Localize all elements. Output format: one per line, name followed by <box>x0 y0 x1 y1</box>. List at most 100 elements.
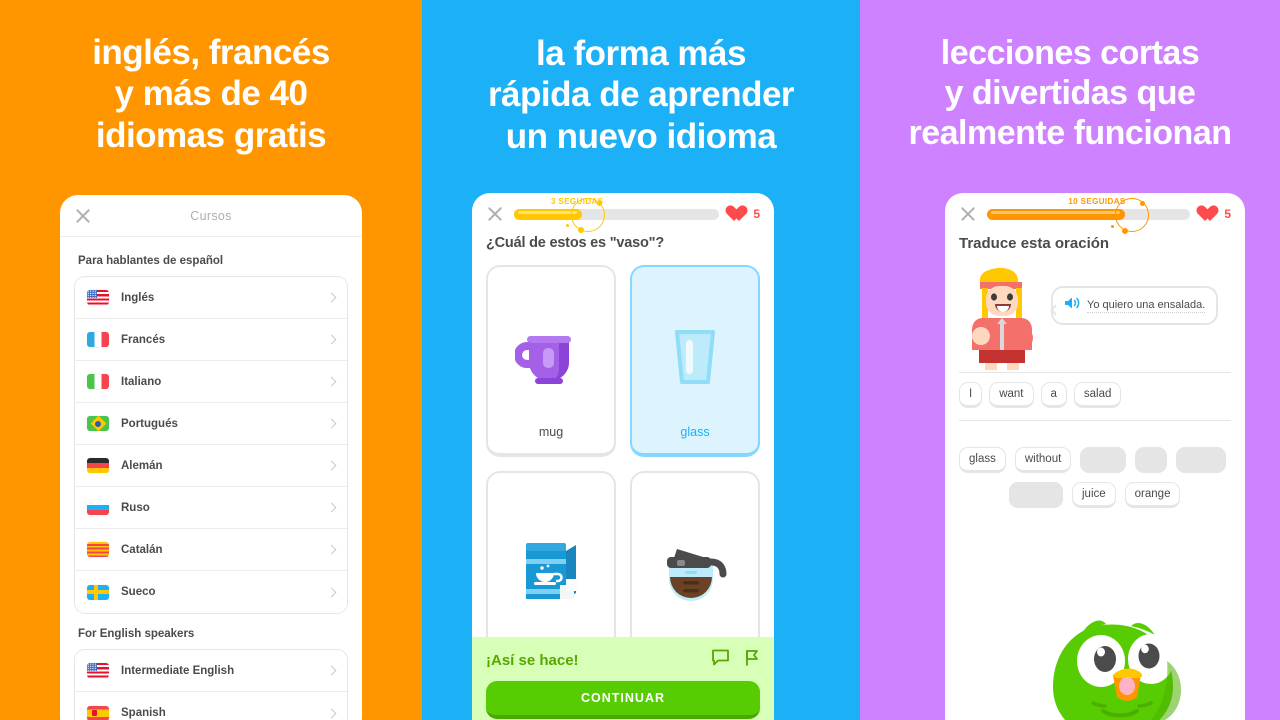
course-label: Intermediate English <box>121 664 235 677</box>
chevron-right-icon <box>326 376 337 387</box>
course-row[interactable]: Ruso <box>75 487 347 529</box>
heart-icon <box>1200 206 1219 223</box>
answer-divider <box>959 420 1231 421</box>
feedback-title: ¡Así se hace! <box>486 651 579 669</box>
course-label: Alemán <box>121 459 163 472</box>
course-row[interactable]: Catalán <box>75 529 347 571</box>
course-label: Spanish <box>121 707 166 719</box>
hearts-indicator: 5 <box>729 206 760 223</box>
word-bank-tile-used <box>1135 447 1168 473</box>
close-icon[interactable] <box>959 205 977 223</box>
quiz-choice-card[interactable] <box>486 471 616 663</box>
word-bank-tile-used <box>1080 447 1127 473</box>
course-label: Catalán <box>121 543 163 556</box>
course-list: Para hablantes de español Inglés Francés <box>60 237 362 720</box>
section-title-spanish: Para hablantes de español <box>78 255 224 267</box>
answer-tile[interactable]: I <box>959 382 983 408</box>
character-avatar <box>959 264 1045 377</box>
word-bank-row: glass without <box>959 447 1231 473</box>
coffee-pot-icon <box>640 495 750 645</box>
phone-screen-translate: 10 SEGUIDAS 5 Traduce esta oración Yo qu… <box>945 193 1245 720</box>
flag-icon-de <box>87 458 109 473</box>
chevron-right-icon <box>326 292 337 303</box>
continue-button[interactable]: CONTINUAR <box>486 681 760 719</box>
progress-bar: 10 SEGUIDAS <box>987 197 1191 234</box>
course-row[interactable]: Portugués <box>75 403 347 445</box>
word-bank-tile[interactable]: without <box>1014 447 1072 473</box>
panel-short-lessons: lecciones cortas y divertidas que realme… <box>860 0 1280 720</box>
chevron-right-icon <box>326 665 337 676</box>
answer-area: I want a salad <box>959 372 1231 421</box>
flag-icon-us <box>87 663 109 678</box>
speech-bubble-icon[interactable] <box>711 649 730 671</box>
progress-bar: 3 SEGUIDAS <box>514 197 720 233</box>
course-row[interactable]: Inglés <box>75 277 347 319</box>
sentence-text: Yo quiero una ensalada. <box>1087 298 1206 313</box>
quiz-header: 3 SEGUIDAS 5 ¿Cuál de estos es "vaso"? <box>472 193 774 252</box>
flag-icon-ru <box>87 500 109 515</box>
flag-icon-es <box>87 705 109 720</box>
course-label: Francés <box>121 333 166 346</box>
duo-owl-mascot <box>1027 599 1237 720</box>
chevron-right-icon <box>326 418 337 429</box>
chevron-right-icon <box>326 334 337 345</box>
speech-bubble[interactable]: Yo quiero una ensalada. <box>1049 286 1219 325</box>
answer-tile[interactable]: salad <box>1073 382 1122 408</box>
chevron-right-icon <box>326 502 337 513</box>
answer-tile[interactable]: want <box>989 382 1034 408</box>
panel-headline: lecciones cortas y divertidas que realme… <box>908 34 1232 153</box>
word-bank-tile[interactable]: juice <box>1072 482 1116 508</box>
flag-icon-br <box>87 416 109 431</box>
screen-header: Cursos <box>60 195 362 237</box>
speaker-icon[interactable] <box>1064 296 1080 315</box>
word-bank-tile-used <box>1009 482 1063 508</box>
close-icon[interactable] <box>486 205 504 223</box>
flag-icon-it <box>87 374 109 389</box>
course-label: Sueco <box>121 586 156 598</box>
answer-tiles: I want a salad <box>959 382 1231 408</box>
flag-icon-se <box>87 584 109 600</box>
quiz-choice-label: mug <box>538 425 564 439</box>
word-bank-tile[interactable]: glass <box>959 447 1006 473</box>
translate-exercise: 10 SEGUIDAS 5 Traduce esta oración Yo qu… <box>945 193 1245 508</box>
quiz-prompt: ¿Cuál de estos es "vaso"? <box>486 235 664 251</box>
flag-icon-fr <box>87 332 109 347</box>
panel-headline: la forma más rápida de aprender un nuevo… <box>487 34 795 156</box>
answer-tile[interactable]: a <box>1040 382 1067 408</box>
phone-screen-quiz: 3 SEGUIDAS 5 ¿Cuál de estos es "vaso"? m… <box>472 193 774 720</box>
course-group-english: Intermediate English Spanish <box>74 649 348 720</box>
word-bank-row: juice orange <box>959 482 1231 508</box>
flag-icon-ca <box>87 542 109 557</box>
hearts-count: 5 <box>753 207 760 221</box>
feedback-banner: ¡Así se hace! CONTINUAR <box>472 637 774 720</box>
course-row[interactable]: Spanish <box>75 692 347 720</box>
streak-label: 10 SEGUIDAS <box>1068 196 1126 206</box>
quiz-choice-grid: mug glass <box>472 251 774 663</box>
course-row[interactable]: Intermediate English <box>75 650 347 692</box>
streak-label: 3 SEGUIDAS <box>550 196 604 206</box>
course-row[interactable]: Francés <box>75 319 347 361</box>
screen-title: Cursos <box>190 208 232 223</box>
chevron-right-icon <box>326 587 337 597</box>
phone-screen-courses: Cursos Para hablantes de español Inglés … <box>60 195 362 720</box>
course-row[interactable]: Italiano <box>75 361 347 403</box>
chevron-right-icon <box>326 544 337 555</box>
mug-icon <box>496 289 606 425</box>
word-bank-tile[interactable]: orange <box>1124 482 1181 508</box>
quiz-choice-card-selected[interactable]: glass <box>630 265 760 457</box>
quiz-choice-card[interactable]: mug <box>486 265 616 457</box>
app-store-screenshot-set: inglés, francés y más de 40 idiomas grat… <box>0 0 1280 720</box>
hearts-count: 5 <box>1224 207 1231 221</box>
panel-languages: inglés, francés y más de 40 idiomas grat… <box>0 0 422 720</box>
course-label: Italiano <box>121 375 162 388</box>
section-title-english: For English speakers <box>78 628 195 640</box>
quiz-choice-card[interactable] <box>630 471 760 663</box>
word-bank: glass without juice orange <box>959 447 1231 508</box>
translate-prompt: Traduce esta oración <box>959 235 1110 252</box>
chevron-right-icon <box>326 708 337 718</box>
word-bank-tile-used <box>1176 447 1227 473</box>
flag-report-icon[interactable] <box>744 649 760 671</box>
course-row[interactable]: Alemán <box>75 445 347 487</box>
course-row[interactable]: Sueco <box>75 571 347 613</box>
glass-icon <box>640 289 750 425</box>
